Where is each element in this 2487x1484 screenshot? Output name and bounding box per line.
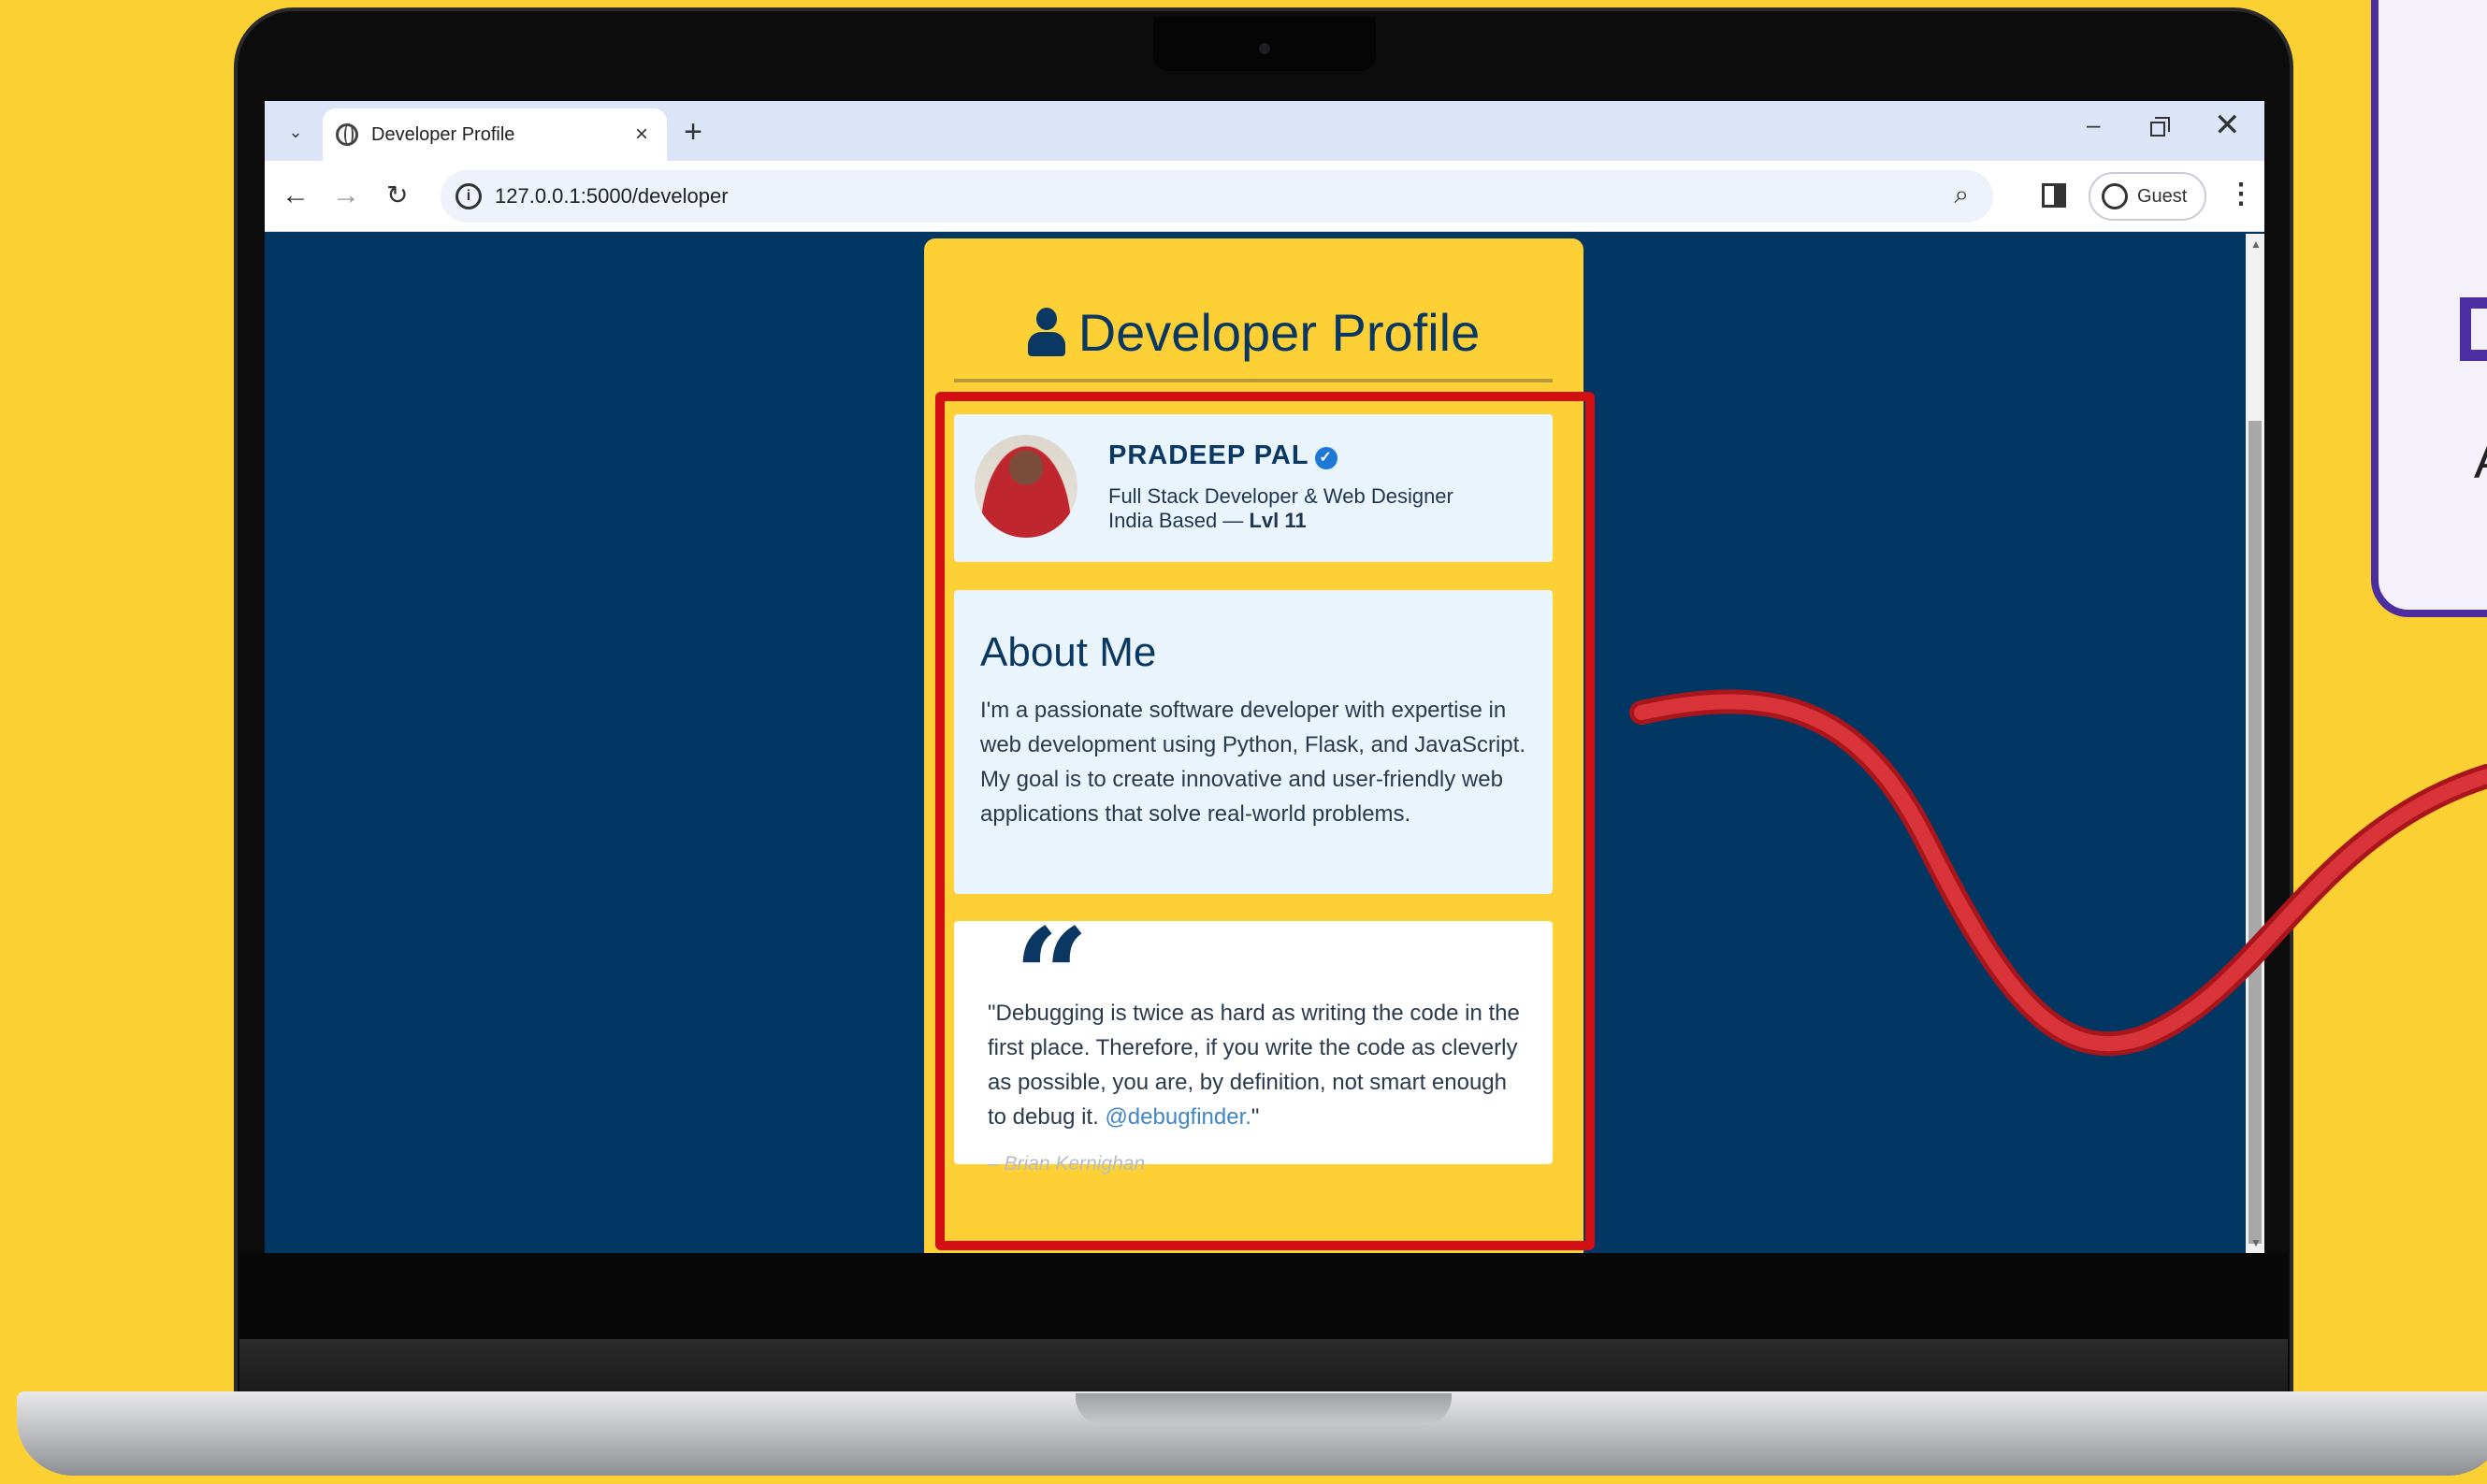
red-curve-arrow xyxy=(1629,689,2487,1057)
